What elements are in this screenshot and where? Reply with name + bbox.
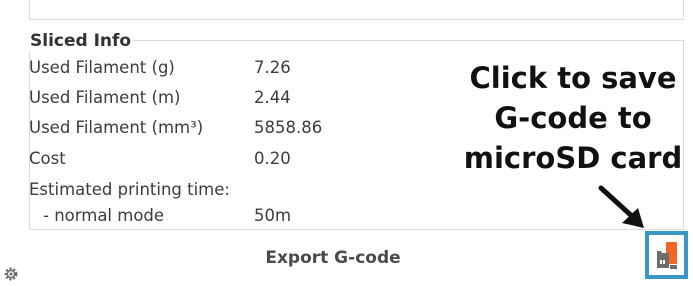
used-filament-mm3-value: 5858.86 xyxy=(254,118,323,137)
normal-mode-label: - normal mode xyxy=(43,206,165,225)
normal-mode-value: 50m xyxy=(254,206,292,225)
used-filament-m-value: 2.44 xyxy=(254,88,291,107)
callout-annotation: Click to save G-code to microSD card xyxy=(456,58,690,178)
estimated-time-label: Estimated printing time: xyxy=(29,180,230,199)
top-panel xyxy=(29,0,684,20)
used-filament-g-label: Used Filament (g) xyxy=(29,58,175,77)
gear-icon[interactable] xyxy=(3,266,19,282)
callout-line-3: microSD card xyxy=(463,141,683,175)
cost-value: 0.20 xyxy=(254,149,291,168)
callout-line-1: Click to save xyxy=(469,61,677,95)
used-filament-g-value: 7.26 xyxy=(254,58,291,77)
arrow-icon xyxy=(598,185,644,228)
save-to-microsd-button[interactable] xyxy=(645,231,688,279)
cost-label: Cost xyxy=(29,149,66,168)
export-gcode-button[interactable]: Export G-code xyxy=(258,244,408,272)
used-filament-mm3-label: Used Filament (mm³) xyxy=(29,118,204,137)
callout-line-2: G-code to xyxy=(494,101,652,135)
used-filament-m-label: Used Filament (m) xyxy=(29,88,181,107)
microsd-card-icon xyxy=(657,242,677,269)
sliced-info-title: Sliced Info xyxy=(28,31,134,51)
